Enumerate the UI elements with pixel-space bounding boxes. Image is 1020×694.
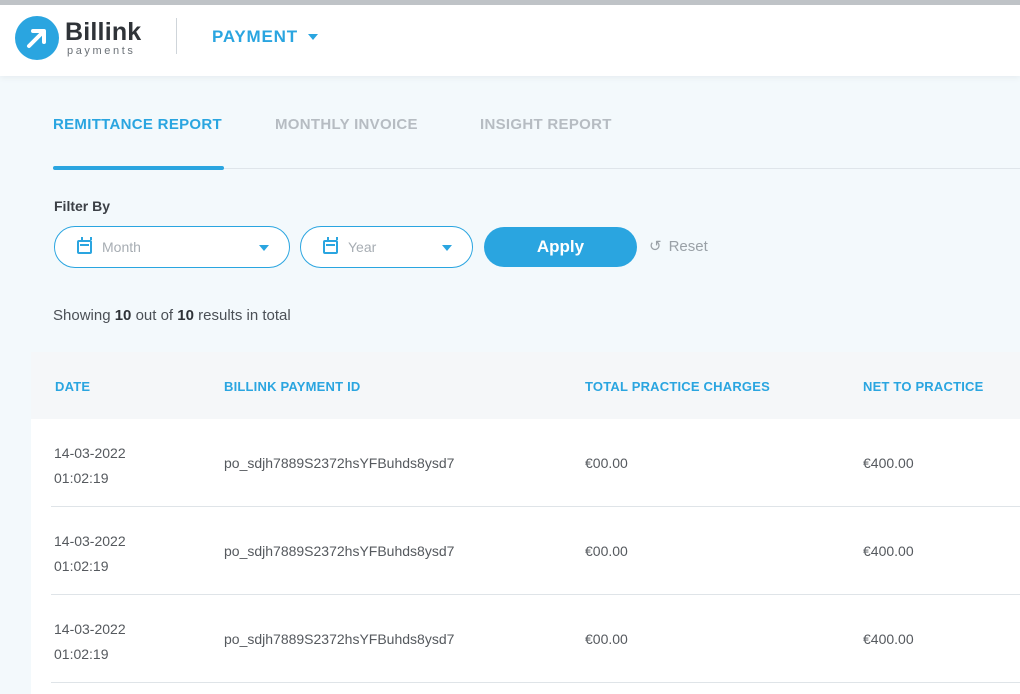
month-select-placeholder: Month bbox=[102, 239, 141, 255]
row-time: 01:02:19 bbox=[54, 470, 109, 486]
payment-menu[interactable]: PAYMENT bbox=[212, 27, 318, 47]
row-date: 14-03-2022 bbox=[54, 445, 126, 461]
results-prefix: Showing bbox=[53, 307, 115, 324]
reset-icon: ↺ bbox=[649, 238, 662, 255]
column-header-payment-id[interactable]: BILLINK PAYMENT ID bbox=[224, 379, 361, 394]
tab-remittance-report[interactable]: REMITTANCE REPORT bbox=[53, 116, 222, 133]
logo-wordmark: Billink payments bbox=[65, 17, 142, 57]
window-edge bbox=[0, 0, 1020, 5]
logo-name: Billink bbox=[65, 17, 142, 46]
row-net-to-practice: €400.00 bbox=[863, 631, 914, 647]
row-payment-id: po_sdjh7889S2372hsYFBuhds8ysd7 bbox=[224, 543, 455, 559]
column-header-net-to-practice[interactable]: NET TO PRACTICE bbox=[863, 379, 984, 394]
row-date-cell: 14-03-2022 01:02:19 bbox=[54, 441, 126, 491]
table-row[interactable]: 14-03-2022 01:02:19 po_sdjh7889S2372hsYF… bbox=[31, 419, 1020, 507]
row-date: 14-03-2022 bbox=[54, 621, 126, 637]
row-net-to-practice: €400.00 bbox=[863, 543, 914, 559]
row-net-to-practice: €400.00 bbox=[863, 455, 914, 471]
row-time: 01:02:19 bbox=[54, 558, 109, 574]
row-date-cell: 14-03-2022 01:02:19 bbox=[54, 617, 126, 667]
row-divider bbox=[51, 682, 1020, 683]
column-header-practice-charges[interactable]: TOTAL PRACTICE CHARGES bbox=[585, 379, 770, 394]
month-select[interactable]: Month bbox=[54, 226, 290, 268]
active-tab-indicator bbox=[53, 166, 224, 170]
billink-logo[interactable]: Billink payments bbox=[15, 16, 141, 60]
year-select-placeholder: Year bbox=[348, 239, 377, 255]
row-date-cell: 14-03-2022 01:02:19 bbox=[54, 529, 126, 579]
caret-down-icon bbox=[307, 34, 318, 40]
filter-label: Filter By bbox=[54, 198, 111, 214]
results-shown-count: 10 bbox=[114, 307, 132, 324]
table-header: DATE BILLINK PAYMENT ID TOTAL PRACTICE C… bbox=[31, 352, 1020, 419]
tab-monthly-invoice[interactable]: MONTHLY INVOICE bbox=[275, 116, 418, 133]
calendar-icon bbox=[77, 237, 92, 254]
column-header-date[interactable]: DATE bbox=[55, 379, 90, 394]
row-date: 14-03-2022 bbox=[54, 533, 126, 549]
header-divider bbox=[176, 18, 177, 54]
results-total-count: 10 bbox=[177, 307, 194, 324]
remittance-table: DATE BILLINK PAYMENT ID TOTAL PRACTICE C… bbox=[31, 352, 1020, 694]
chevron-down-icon bbox=[259, 245, 269, 251]
row-payment-id: po_sdjh7889S2372hsYFBuhds8ysd7 bbox=[224, 631, 455, 647]
row-practice-charges: €00.00 bbox=[585, 543, 628, 559]
row-payment-id: po_sdjh7889S2372hsYFBuhds8ysd7 bbox=[224, 455, 455, 471]
results-summary: Showing 10 out of 10 results in total bbox=[53, 307, 291, 324]
reset-button[interactable]: ↺ Reset bbox=[649, 237, 708, 256]
logo-arrow-icon bbox=[15, 16, 59, 60]
row-practice-charges: €00.00 bbox=[585, 631, 628, 647]
row-practice-charges: €00.00 bbox=[585, 455, 628, 471]
table-row[interactable]: 14-03-2022 01:02:19 po_sdjh7889S2372hsYF… bbox=[31, 507, 1020, 595]
results-suffix: results in total bbox=[193, 307, 291, 324]
results-middle: out of bbox=[131, 307, 178, 324]
apply-button[interactable]: Apply bbox=[484, 227, 637, 267]
calendar-icon bbox=[323, 237, 338, 254]
row-time: 01:02:19 bbox=[54, 646, 109, 662]
tab-insight-report[interactable]: INSIGHT REPORT bbox=[480, 116, 612, 133]
top-bar: Billink payments PAYMENT bbox=[0, 0, 1020, 76]
year-select[interactable]: Year bbox=[300, 226, 473, 268]
logo-subtitle: payments bbox=[67, 44, 136, 57]
table-row[interactable]: 14-03-2022 01:02:19 po_sdjh7889S2372hsYF… bbox=[31, 595, 1020, 683]
reset-label: Reset bbox=[668, 237, 708, 255]
payment-menu-label: PAYMENT bbox=[212, 27, 298, 46]
chevron-down-icon bbox=[442, 245, 452, 251]
